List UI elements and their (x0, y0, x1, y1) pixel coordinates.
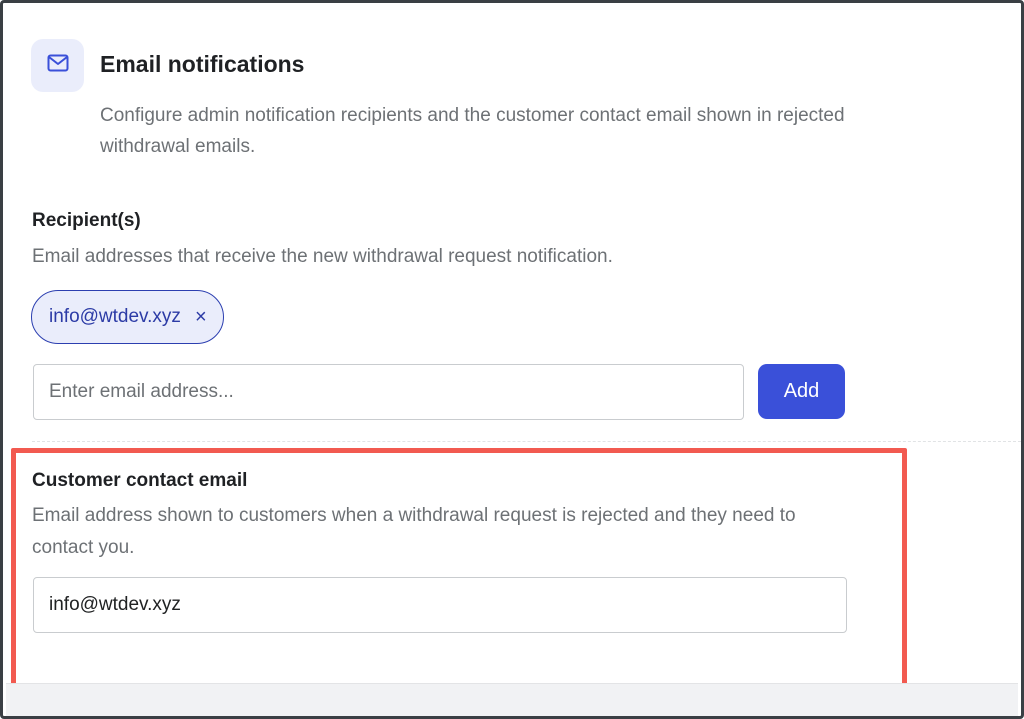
section-divider (32, 441, 1021, 442)
card-footer-strip (6, 683, 1018, 716)
settings-card: Email notifications Configure admin noti… (0, 0, 1024, 719)
customer-contact-email-input[interactable] (33, 577, 847, 633)
close-icon[interactable]: × (195, 307, 207, 327)
add-recipient-button[interactable]: Add (758, 364, 845, 419)
recipients-label: Recipient(s) (32, 210, 141, 231)
customer-contact-help-text: Email address shown to customers when a … (32, 505, 796, 558)
section-description: Configure admin notification recipients … (100, 105, 845, 157)
recipients-help-text: Email addresses that receive the new wit… (32, 246, 613, 267)
recipient-chip-email: info@wtdev.xyz (49, 306, 181, 327)
recipient-chip: info@wtdev.xyz × (31, 290, 224, 344)
section-title: Email notifications (100, 51, 305, 77)
mail-icon (47, 54, 69, 77)
customer-contact-label: Customer contact email (32, 470, 248, 491)
mail-icon-tile (31, 39, 84, 92)
recipient-email-input[interactable] (33, 364, 744, 420)
